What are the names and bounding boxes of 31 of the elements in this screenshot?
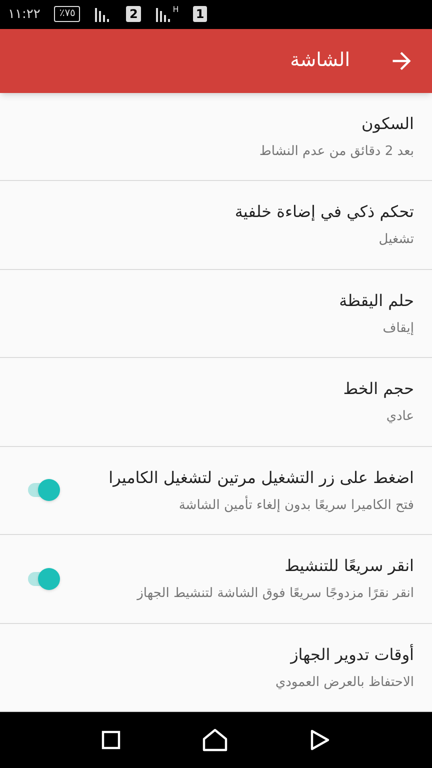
- setting-summary: بعد 2 دقائق من عدم النشاط: [258, 142, 414, 161]
- setting-summary: عادي: [385, 408, 414, 426]
- clock: ١١:٢٢: [8, 6, 40, 24]
- signal-icon: [154, 6, 173, 22]
- setting-title: تحكم ذكي في إضاءة خلفية: [234, 201, 414, 224]
- back-arrow-icon[interactable]: [390, 50, 412, 72]
- network-type: H: [172, 6, 179, 14]
- sim-badge: 2: [126, 6, 141, 22]
- setting-title: أوقات تدوير الجهاز: [289, 643, 414, 666]
- setting-title: اضغط على زر التشغيل مرتين لتشغيل الكاميرا: [108, 466, 414, 489]
- settings-item[interactable]: السكون بعد 2 دقائق من عدم النشاط: [0, 92, 432, 182]
- recents-icon[interactable]: [100, 730, 121, 750]
- setting-summary: تشغيل: [378, 231, 414, 250]
- setting-title: السكون: [360, 112, 414, 135]
- setting-title: حجم الخط: [342, 378, 414, 400]
- settings-item[interactable]: انقر سريعًا للتنشيط انقر نقرًا مزدوجًا سريعًا فوق الشاشة لتنشيط الجهاز: [0, 535, 432, 624]
- setting-summary: فتح الكاميرا سريعًا بدون إلغاء تأمين الشاشة: [178, 496, 414, 515]
- back-icon[interactable]: [309, 729, 332, 752]
- setting-title: انقر سريعًا للتنشيط: [284, 555, 414, 578]
- battery-indicator: ٪٧٥: [54, 6, 80, 22]
- settings-item[interactable]: اضغط على زر التشغيل مرتين لتشغيل الكاميرا فتح الكاميرا سريعًا بدون إلغاء تأمين الشاشة: [0, 446, 432, 536]
- setting-summary: انقر نقرًا مزدوجًا سريعًا فوق الشاشة لتنشيط الجهاز: [136, 585, 414, 604]
- home-icon[interactable]: [202, 728, 228, 752]
- setting-summary: إيقاف: [382, 320, 414, 338]
- screen-title: الشاشة: [290, 48, 350, 74]
- setting-title: حلم اليقظة: [338, 290, 414, 312]
- sim-badge: 1: [192, 6, 208, 22]
- settings-item[interactable]: تحكم ذكي في إضاءة خلفية تشغيل: [0, 181, 432, 270]
- settings-item[interactable]: حجم الخط عادي: [0, 358, 432, 447]
- settings-item[interactable]: حلم اليقظة إيقاف: [0, 270, 432, 358]
- setting-summary: الاحتفاظ بالعرض العمودي: [274, 674, 414, 692]
